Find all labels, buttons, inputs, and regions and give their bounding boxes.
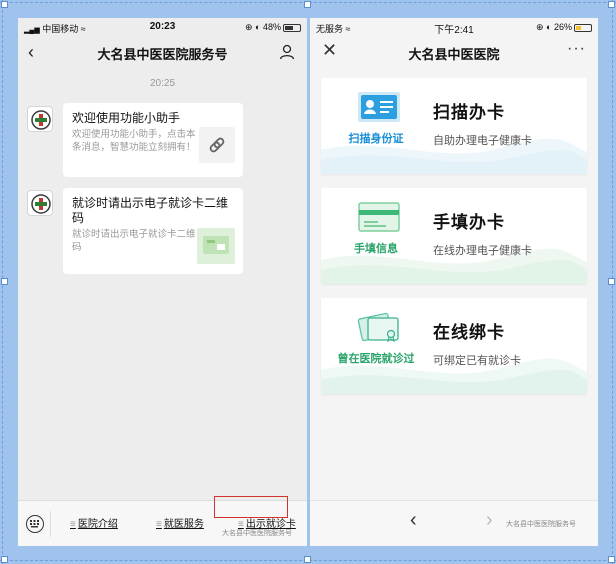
link-icon (199, 127, 235, 163)
back-arrow-icon[interactable]: ‹ (410, 509, 417, 532)
page-title: 大名县中医医院 (408, 47, 500, 62)
option-icon-label: 曾在医院就诊过 (337, 353, 415, 365)
status-bar: 无服务 ≈ 下午2:41 ⊕ ◐ 26% (310, 18, 598, 36)
highlight-box (214, 496, 288, 518)
forward-arrow-icon[interactable]: › (486, 509, 493, 532)
option-scan-card[interactable]: 扫描身份证 扫描办卡 自助办理电子健康卡 (321, 78, 587, 174)
option-title: 扫描办卡 (433, 103, 505, 122)
hospital-logo-avatar[interactable] (27, 106, 53, 132)
message-timestamp: 20:25 (149, 78, 176, 89)
message-title: 就诊时请出示电子就诊卡二维码 (72, 196, 229, 225)
option-title: 手填办卡 (433, 213, 505, 232)
hospital-logo-avatar[interactable] (27, 190, 53, 216)
qr-thumbnail-image (197, 228, 235, 264)
option-bind-card[interactable]: 曾在医院就诊过 在线绑卡 可绑定已有就诊卡 (321, 298, 587, 394)
battery-status: ⊕ ◐ 26% (536, 22, 592, 33)
message-card[interactable]: 欢迎使用功能小助手 欢迎使用功能小助手，点击本条消息，智慧功能立刻拥有！ (63, 103, 243, 177)
status-bar: ▂▄▆ 中国移动 ≈ 20:23 ⊕ ◐ 48% (18, 18, 307, 36)
card-service-screen: 无服务 ≈ 下午2:41 ⊕ ◐ 26% ✕ 大名县中医医院 ··· 扫描身份证… (310, 18, 598, 546)
message-desc: 欢迎使用功能小助手，点击本条消息，智慧功能立刻拥有！ (72, 129, 196, 153)
option-subtitle: 自助办理电子健康卡 (433, 135, 532, 147)
battery-icon (283, 23, 301, 32)
option-subtitle: 可绑定已有就诊卡 (433, 355, 521, 367)
option-manual-card[interactable]: 手填信息 手填办卡 在线办理电子健康卡 (321, 188, 587, 284)
bind-card-icon (357, 312, 399, 343)
watermark: 大名县中医医院服务号 (222, 530, 292, 537)
watermark: 大名县中医医院服务号 (506, 521, 576, 528)
message-card[interactable]: 就诊时请出示电子就诊卡二维码 就诊时请出示电子就诊卡二维码 (63, 188, 243, 274)
option-icon-label: 手填信息 (354, 243, 398, 255)
menu-hospital-intro[interactable]: ≡ 医院介绍 (70, 515, 118, 530)
battery-status: ⊕ ◐ 48% (245, 22, 301, 33)
option-icon-label: 扫描身份证 (348, 133, 404, 145)
battery-icon (574, 23, 592, 32)
page-header: ✕ 大名县中医医院 ··· (310, 36, 598, 68)
more-icon[interactable]: ··· (567, 40, 586, 58)
message-desc: 就诊时请出示电子就诊卡二维码 (72, 229, 196, 253)
keyboard-toggle-icon[interactable] (26, 515, 44, 533)
account-title: 大名县中医医院服务号 (97, 47, 228, 62)
manual-form-icon (358, 202, 400, 232)
message-title: 欢迎使用功能小助手 (72, 111, 181, 125)
menu-medical-service[interactable]: ≡ 就医服务 (156, 515, 204, 530)
option-subtitle: 在线办理电子健康卡 (433, 245, 532, 257)
chat-header: ‹ 大名县中医医院服务号 (18, 36, 307, 68)
id-card-scan-icon (358, 92, 400, 122)
profile-icon[interactable] (279, 44, 295, 60)
option-title: 在线绑卡 (433, 323, 505, 342)
chat-screen: ▂▄▆ 中国移动 ≈ 20:23 ⊕ ◐ 48% ‹ 大名县中医医院服务号 20… (18, 18, 307, 546)
browser-bottom-bar: ‹ › 大名县中医医院服务号 (310, 500, 598, 546)
